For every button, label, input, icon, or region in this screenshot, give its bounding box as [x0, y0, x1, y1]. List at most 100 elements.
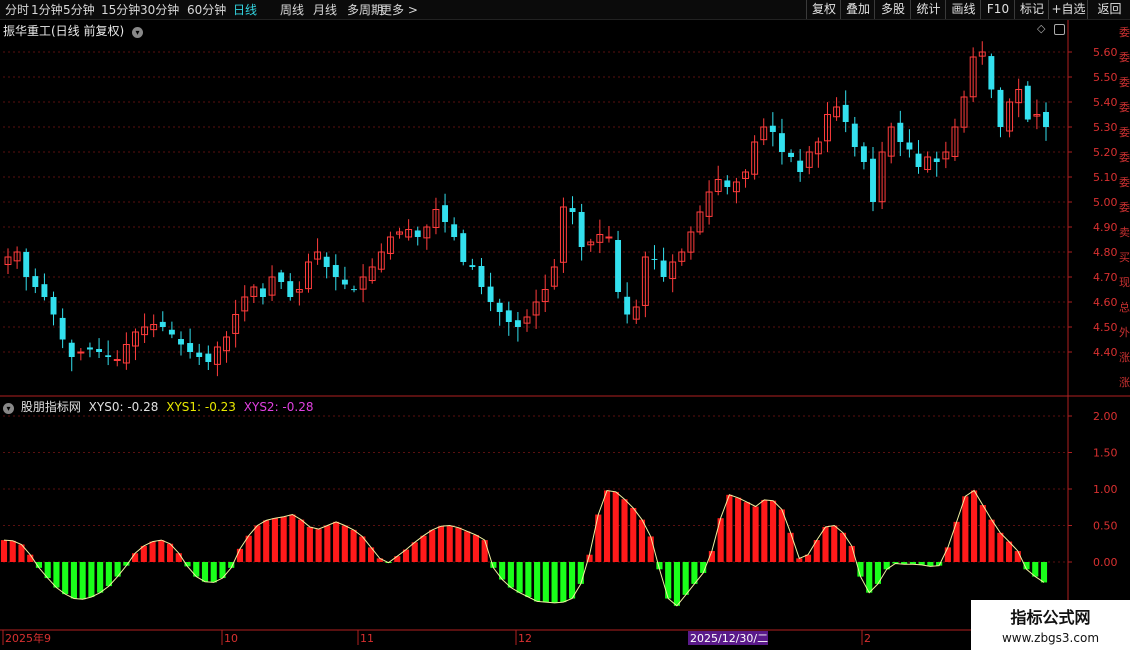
toolbar-button-5[interactable]: F10: [980, 0, 1015, 19]
indicator-bar: [752, 506, 759, 562]
chevron-down-icon[interactable]: ▾: [132, 27, 144, 38]
candle-body: [742, 171, 749, 179]
candle-body: [196, 352, 203, 357]
toolbar-button-1[interactable]: 叠加: [840, 0, 875, 19]
indicator-bar: [114, 562, 121, 577]
period-tab-10[interactable]: 更多 >: [380, 1, 418, 18]
candle-body: [414, 230, 421, 237]
candle-body: [351, 289, 357, 291]
candle-body: [377, 251, 385, 270]
candle-body: [77, 351, 85, 354]
indicator-bar: [603, 490, 611, 562]
period-tab-7[interactable]: 周线: [280, 1, 304, 18]
candle-body: [778, 133, 785, 152]
toolbar-button-4[interactable]: 画线: [945, 0, 981, 19]
candle-body: [1043, 111, 1049, 127]
indicator-bar: [245, 535, 252, 562]
indicator-bar: [717, 518, 724, 562]
indicator-bar: [892, 562, 899, 564]
candle-body: [59, 317, 66, 340]
candle-body: [41, 284, 48, 297]
period-tab-5[interactable]: 60分钟: [187, 1, 226, 18]
candle-body: [942, 151, 950, 160]
toolbar-button-2[interactable]: 多股: [874, 0, 911, 19]
period-tab-6[interactable]: 日线: [233, 1, 257, 18]
period-tab-8[interactable]: 月线: [313, 1, 337, 18]
price-tick-label: 5.20: [1093, 146, 1118, 159]
indicator-bar: [201, 562, 209, 582]
period-tab-2[interactable]: 5分钟: [63, 1, 95, 18]
candle-body: [678, 251, 686, 262]
candle-body: [113, 359, 121, 361]
candle-body: [432, 209, 440, 228]
indicator-bar: [630, 507, 637, 562]
indicator-header: ▾ 股朋指标网 XYS0: -0.28 XYS1: -0.23 XYS2: -0…: [3, 398, 313, 415]
indicator-bar: [79, 562, 86, 600]
candle-body: [1015, 89, 1023, 104]
period-tab-4[interactable]: 30分钟: [140, 1, 179, 18]
candle-body: [50, 297, 57, 315]
period-tab-3[interactable]: 15分钟: [101, 1, 140, 18]
indicator-bar: [551, 562, 558, 603]
candle-body: [605, 236, 613, 239]
toolbar-button-0[interactable]: 复权: [806, 0, 841, 19]
indicator-bar: [761, 499, 768, 562]
indicator-bar: [621, 499, 628, 562]
indicator-bar: [27, 554, 34, 562]
candle-body: [514, 320, 521, 327]
candle-body: [569, 208, 576, 212]
chevron-down-icon[interactable]: ▾: [3, 403, 14, 414]
indicator-bar: [857, 562, 864, 577]
candle-body: [578, 211, 585, 247]
candle-body: [241, 296, 249, 312]
toolbar-button-6[interactable]: 标记: [1014, 0, 1049, 19]
period-tab-1[interactable]: 1分钟: [31, 1, 63, 18]
indicator-bar: [464, 531, 471, 562]
candle-body: [769, 125, 776, 132]
candle-body: [287, 281, 294, 297]
indicator-bar: [123, 562, 130, 566]
candle-body: [805, 151, 813, 168]
indicator-bar: [534, 562, 541, 602]
candle-body: [386, 236, 394, 254]
indicator-bar: [542, 562, 549, 603]
xys2-value: XYS2: -0.28: [243, 400, 314, 414]
indicator-bar: [105, 562, 112, 587]
indicator-bar: [376, 558, 383, 562]
toolbar-button-3[interactable]: 统计: [910, 0, 946, 19]
candle-body: [724, 180, 731, 187]
candle-body: [1006, 101, 1014, 132]
indicator-bar: [236, 548, 244, 562]
indicator-bar: [866, 562, 873, 593]
candle-body: [669, 261, 677, 280]
indicator-tick-label: 2.00: [1093, 410, 1118, 423]
candle-body: [696, 211, 704, 233]
candle-body: [405, 229, 413, 238]
date-label: 10: [224, 632, 238, 645]
indicator-bar: [97, 562, 104, 593]
indicator-bar: [507, 562, 514, 588]
candle-body: [132, 331, 139, 347]
indicator-bar: [490, 562, 497, 568]
indicator-bar: [315, 529, 322, 562]
indicator-bar: [193, 562, 200, 577]
indicator-bar: [839, 532, 847, 562]
indicator-bar: [909, 562, 916, 565]
diamond-icon[interactable]: ◇: [1037, 22, 1045, 35]
watermark-title: 指标公式网: [1010, 608, 1091, 627]
toolbar-button-7[interactable]: +自选: [1048, 0, 1088, 19]
candle-body: [122, 344, 130, 364]
candle-body: [423, 226, 431, 239]
watermark: 指标公式网 www.zbgs3.com: [971, 600, 1130, 650]
xys1-line: [3, 489, 1045, 607]
indicator-bar: [18, 544, 25, 562]
candle-body: [487, 286, 494, 302]
indicator-bar: [1023, 562, 1030, 570]
period-tab-0[interactable]: 分时: [5, 1, 29, 18]
settings-icon[interactable]: [1054, 24, 1065, 35]
candle-body: [615, 239, 622, 292]
price-tick-label: 5.30: [1093, 121, 1118, 134]
candle-body: [887, 126, 895, 157]
toolbar-button-8[interactable]: 返回: [1087, 0, 1130, 19]
period-tab-9[interactable]: 多周期: [347, 1, 383, 18]
